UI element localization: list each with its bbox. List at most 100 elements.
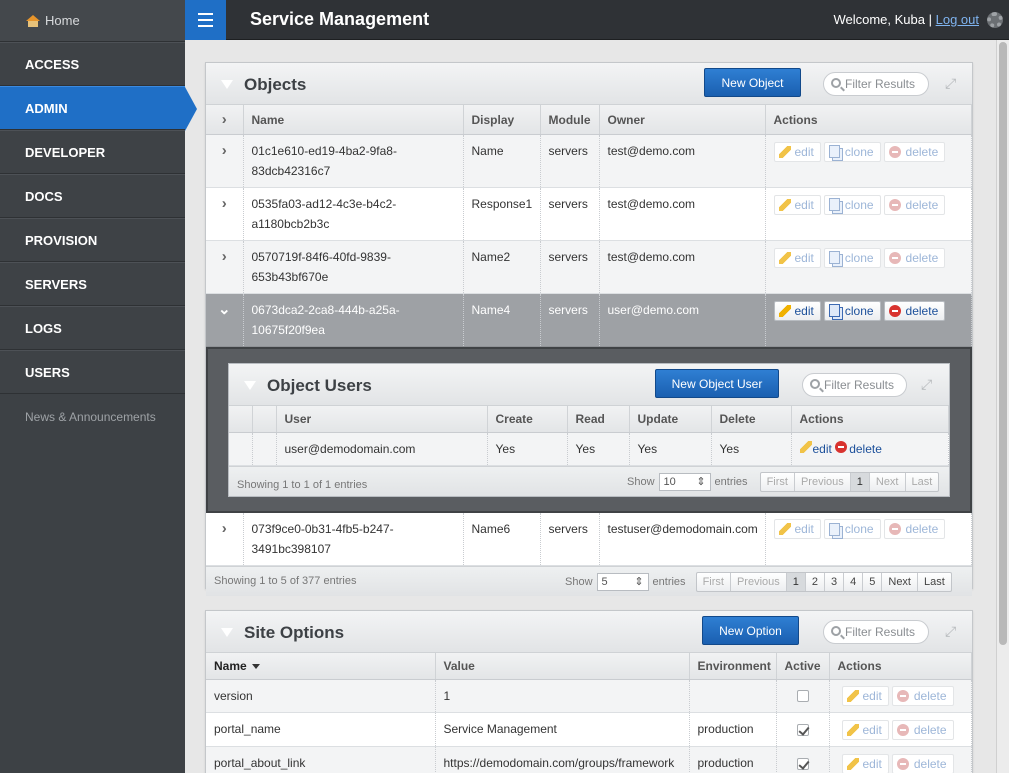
collapse-triangle-icon[interactable] <box>221 628 233 637</box>
site-options-filter-input[interactable]: Filter Results <box>823 620 929 644</box>
edit-button[interactable]: edit <box>773 247 821 268</box>
object-users-header: Object Users New Object User Filter Resu… <box>229 364 949 406</box>
sidebar-home-link[interactable]: Home <box>0 0 185 42</box>
column-header-active[interactable]: Active <box>776 653 830 680</box>
page-2-button[interactable]: 2 <box>806 572 825 591</box>
column-header-user[interactable]: User <box>276 406 488 433</box>
gear-icon[interactable] <box>987 12 1003 28</box>
expand-icon[interactable]: ⤢ <box>945 76 959 90</box>
collapse-triangle-icon[interactable] <box>244 381 256 390</box>
delete-button[interactable]: delete <box>883 247 946 268</box>
news-announcements-link[interactable]: News & Announcements <box>0 394 185 424</box>
column-header-update[interactable]: Update <box>629 406 712 433</box>
new-object-button[interactable]: New Object <box>704 68 801 97</box>
active-checkbox[interactable] <box>796 757 809 770</box>
delete-button[interactable]: delete <box>883 194 946 215</box>
expand-icon[interactable]: ⤢ <box>921 377 935 391</box>
sidebar-item-developer[interactable]: DEVELOPER <box>0 130 185 174</box>
page-5-button[interactable]: 5 <box>863 572 883 591</box>
row-expand-icon[interactable]: › <box>206 512 244 566</box>
objects-table: › Name Display Module Owner Actions › 01… <box>206 105 972 566</box>
page-1-button[interactable]: 1 <box>850 472 870 491</box>
search-icon <box>831 626 841 636</box>
sidebar-item-provision[interactable]: PROVISION <box>0 218 185 262</box>
edit-button[interactable]: edit <box>773 519 821 540</box>
delete-link[interactable]: delete <box>835 440 882 456</box>
table-row: portal_name Service Management productio… <box>206 712 972 748</box>
delete-button[interactable]: delete <box>883 300 946 321</box>
row-collapse-icon[interactable]: ⌄ <box>206 293 244 347</box>
page-size-select[interactable]: 5 ⇕ <box>596 572 649 591</box>
logout-link[interactable]: Log out <box>936 12 979 27</box>
expand-all-icon[interactable]: › <box>206 105 244 135</box>
first-page-button[interactable]: First <box>761 472 795 491</box>
column-header-name[interactable]: Name <box>206 653 436 680</box>
active-checkbox[interactable] <box>796 724 809 737</box>
sidebar-item-admin[interactable]: ADMIN <box>0 86 197 131</box>
page-4-button[interactable]: 4 <box>844 572 864 591</box>
expand-icon[interactable]: ⤢ <box>945 624 959 638</box>
edit-button[interactable]: edit <box>773 141 821 162</box>
row-actions: edit delete <box>829 746 972 773</box>
row-expand-icon[interactable]: › <box>206 134 244 188</box>
object-users-filter-input[interactable]: Filter Results <box>802 373 907 397</box>
active-checkbox[interactable] <box>796 690 809 703</box>
clone-button[interactable]: clone <box>823 519 881 540</box>
column-header-owner[interactable]: Owner <box>599 105 766 135</box>
edit-button[interactable]: edit <box>841 753 889 773</box>
column-header-display[interactable]: Display <box>463 105 541 135</box>
vertical-scrollbar[interactable] <box>996 40 1009 773</box>
page-1-button[interactable]: 1 <box>786 572 806 591</box>
clone-button[interactable]: clone <box>823 141 881 162</box>
next-page-button[interactable]: Next <box>870 472 906 491</box>
new-option-button[interactable]: New Option <box>702 616 799 645</box>
sidebar-item-logs[interactable]: LOGS <box>0 306 185 350</box>
column-header-module[interactable]: Module <box>540 105 600 135</box>
last-page-button[interactable]: Last <box>918 573 951 591</box>
edit-button[interactable]: edit <box>841 720 889 741</box>
object-name: 0535fa03-ad12-4c3e-b4c2- a1180bcb2b3c <box>243 187 464 241</box>
column-header-read[interactable]: Read <box>567 406 630 433</box>
next-page-button[interactable]: Next <box>882 572 918 591</box>
delete-button[interactable]: delete <box>891 753 954 773</box>
delete-button[interactable]: delete <box>883 141 946 162</box>
first-page-button[interactable]: First <box>697 572 731 591</box>
clone-button[interactable]: clone <box>823 300 881 321</box>
column-header-delete[interactable]: Delete <box>711 406 792 433</box>
table-row: portal_about_link https://demodomain.com… <box>206 746 972 773</box>
scrollbar-thumb[interactable] <box>999 42 1007 645</box>
delete-button[interactable]: delete <box>883 519 946 540</box>
column-header-create[interactable]: Create <box>487 406 568 433</box>
delete-button[interactable]: delete <box>891 686 954 707</box>
last-page-button[interactable]: Last <box>906 473 939 491</box>
collapse-triangle-icon[interactable] <box>221 80 233 89</box>
column-header-name[interactable]: Name <box>243 105 464 135</box>
edit-button[interactable]: edit <box>773 194 821 215</box>
edit-button[interactable]: edit <box>773 300 821 321</box>
object-display: Response1 <box>463 187 541 241</box>
clone-button[interactable]: clone <box>823 194 881 215</box>
entries-info: Showing 1 to 1 of 1 entries <box>237 478 368 491</box>
page-size-select[interactable]: 10 ⇕ <box>658 472 711 491</box>
object-users-table: User Create Read Update Delete Actions u… <box>229 406 949 466</box>
sidebar-item-servers[interactable]: SERVERS <box>0 262 185 306</box>
column-header-environment[interactable]: Environment <box>689 653 777 680</box>
user-email: user@demodomain.com <box>276 432 488 466</box>
row-expand-icon[interactable]: › <box>206 187 244 241</box>
row-expand-icon[interactable]: › <box>206 240 244 294</box>
delete-button[interactable]: delete <box>891 720 954 741</box>
column-header-value[interactable]: Value <box>435 653 690 680</box>
menu-toggle-button[interactable] <box>185 0 226 40</box>
new-object-user-button[interactable]: New Object User <box>655 369 779 398</box>
previous-page-button[interactable]: Previous <box>731 572 787 591</box>
sidebar-item-access[interactable]: ACCESS <box>0 42 185 86</box>
objects-filter-input[interactable]: Filter Results <box>823 72 929 96</box>
page-3-button[interactable]: 3 <box>825 572 845 591</box>
sidebar-item-docs[interactable]: DOCS <box>0 174 185 218</box>
previous-page-button[interactable]: Previous <box>795 472 851 491</box>
clone-button[interactable]: clone <box>823 247 881 268</box>
sidebar-item-users[interactable]: USERS <box>0 350 185 394</box>
edit-button[interactable]: edit <box>841 686 889 707</box>
column-header-actions: Actions <box>765 105 972 135</box>
edit-link[interactable]: edit <box>799 440 832 456</box>
